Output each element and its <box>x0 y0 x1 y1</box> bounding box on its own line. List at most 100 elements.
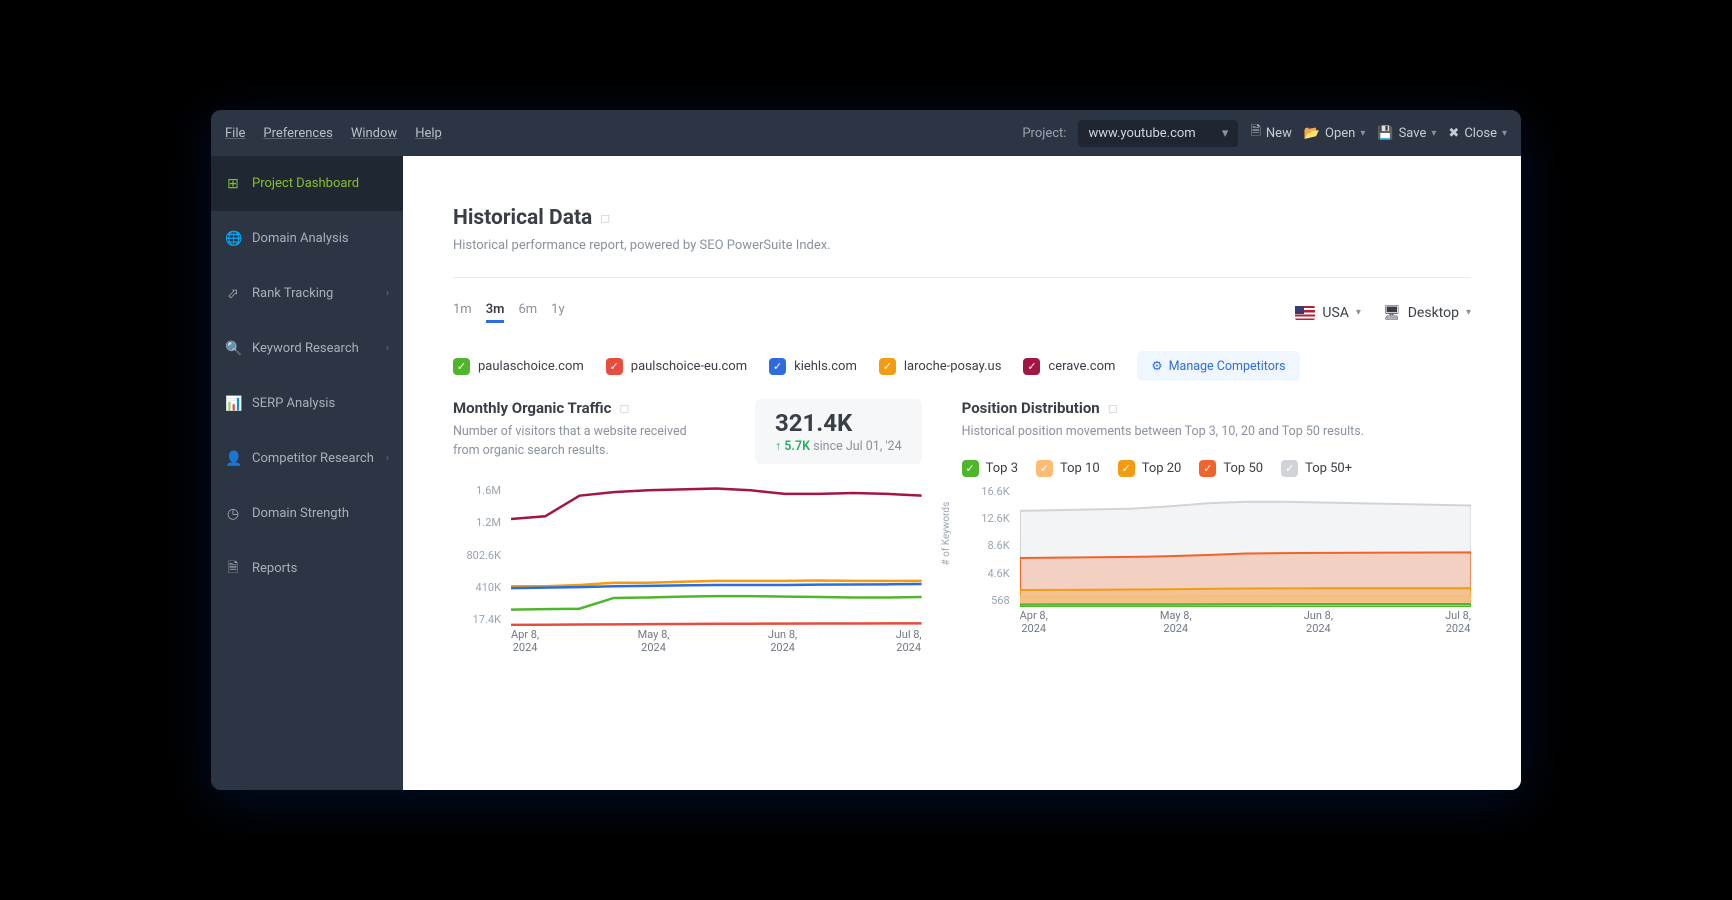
xtick: Jun 8,2024 <box>768 628 797 654</box>
gauge-icon: ◷ <box>225 506 241 522</box>
position-title: Position Distribution <box>962 399 1100 417</box>
body: ⊞Project Dashboard🌐Domain Analysis⬀Rank … <box>211 156 1521 790</box>
checkbox-icon: ✓ <box>769 358 786 375</box>
competitor-paulschoice-eu-com[interactable]: ✓paulschoice-eu.com <box>606 358 747 375</box>
ytick: 16.6K <box>962 485 1010 498</box>
menu-preferences[interactable]: Preferences <box>263 126 332 141</box>
chevron-right-icon: › <box>386 343 389 354</box>
competitor-label: laroche-posay.us <box>904 359 1002 374</box>
sidebar-item-project-dashboard[interactable]: ⊞Project Dashboard <box>211 156 403 211</box>
right-controls: USA ▾ 🖥 Desktop ▾ <box>1295 305 1471 321</box>
competitor-kiehls-com[interactable]: ✓ kiehls.com <box>769 358 857 375</box>
usa-flag-icon <box>1295 306 1315 320</box>
sidebar-item-label: SERP Analysis <box>252 396 335 411</box>
competitor-laroche-posay-us[interactable]: ✓laroche-posay.us <box>879 358 1002 375</box>
doc-icon: 🗎 <box>225 557 241 581</box>
traffic-chart-box: Monthly Organic Traffic ◻ Number of visi… <box>453 399 922 654</box>
ytick: 410K <box>453 581 501 594</box>
chevron-right-icon: › <box>386 288 389 299</box>
range-3m[interactable]: 3m <box>486 302 505 323</box>
info-icon[interactable]: ◻ <box>1108 401 1118 415</box>
traffic-title: Monthly Organic Traffic <box>453 399 611 417</box>
region-label: USA <box>1322 305 1349 321</box>
sidebar-item-competitor-research[interactable]: 👤Competitor Research› <box>211 431 403 486</box>
traffic-stat-since: since Jul 01, '24 <box>813 439 901 454</box>
save-button[interactable]: 💾Save▾ <box>1377 126 1436 141</box>
sidebar-item-serp-analysis[interactable]: 📊 SERP Analysis <box>211 376 403 431</box>
ytick: 12.6K <box>962 512 1010 525</box>
range-tabs: 1m 3m 6m 1y <box>453 302 565 323</box>
checkbox-icon: ✓ <box>1281 460 1298 477</box>
legend-label: Top 3 <box>986 461 1018 476</box>
close-icon: ✖ <box>1448 126 1459 141</box>
competitors-row: ✓paulaschoice.com ✓paulschoice-eu.com ✓ kie… <box>453 351 1471 381</box>
device-dropdown[interactable]: 🖥 Desktop ▾ <box>1383 305 1471 321</box>
sidebar-item-keyword-research[interactable]: 🔍Keyword Research› <box>211 321 403 376</box>
project-select[interactable]: www.youtube.com <box>1078 120 1238 147</box>
position-chart-box: Position Distribution ◻ Historical posit… <box>962 399 1471 654</box>
sidebar-item-rank-tracking[interactable]: ⬀Rank Tracking› <box>211 266 403 321</box>
competitor-paulaschoice-com[interactable]: ✓paulaschoice.com <box>453 358 584 375</box>
position-plot: # of Keywords 16.6K12.6K8.6K4.6K568 Apr … <box>962 485 1471 635</box>
range-1m[interactable]: 1m <box>453 302 472 323</box>
menu-window[interactable]: Window <box>351 126 397 141</box>
competitor-label: kiehls.com <box>794 359 857 374</box>
save-label: Save <box>1399 126 1427 141</box>
traffic-stat: 321.4K ↑ 5.7K since Jul 01, '24 <box>755 399 922 464</box>
legend-label: Top 50+ <box>1305 461 1352 476</box>
position-xaxis: Apr 8,2024May 8,2024Jun 8,2024Jul 8,2024 <box>1020 609 1471 635</box>
device-label: Desktop <box>1408 305 1459 321</box>
traffic-stat-delta: ↑ 5.7K <box>775 439 810 454</box>
ytick: 802.6K <box>453 549 501 562</box>
sidebar-item-label: Project Dashboard <box>252 176 359 191</box>
checkbox-icon: ✓ <box>1199 460 1216 477</box>
menu-file[interactable]: File <box>225 126 245 141</box>
legend-item-top-10[interactable]: ✓Top 10 <box>1036 460 1100 477</box>
sidebar-item-domain-analysis[interactable]: 🌐Domain Analysis <box>211 211 403 266</box>
xtick: May 8,2024 <box>1160 609 1192 635</box>
close-button[interactable]: ✖ Close ▾ <box>1448 126 1507 141</box>
traffic-plotarea <box>511 484 922 626</box>
info-icon[interactable]: ◻ <box>619 401 629 415</box>
sidebar-item-label: Keyword Research <box>252 341 359 356</box>
range-6m[interactable]: 6m <box>518 302 537 323</box>
legend-item-top-20[interactable]: ✓Top 20 <box>1118 460 1182 477</box>
traffic-xaxis: Apr 8,2024May 8,2024Jun 8,2024Jul 8,2024 <box>511 628 922 654</box>
position-yaxis: 16.6K12.6K8.6K4.6K568 <box>962 485 1016 607</box>
charts-row: Monthly Organic Traffic ◻ Number of visi… <box>453 399 1471 654</box>
bars-icon: 📊 <box>225 396 241 412</box>
manage-competitors-button[interactable]: ⚙Manage Competitors <box>1137 351 1299 381</box>
close-label: Close <box>1464 126 1497 141</box>
sidebar-item-reports[interactable]: 🗎Reports <box>211 541 403 596</box>
new-button[interactable]: 🗎New <box>1250 122 1291 144</box>
chart-icon: ⬀ <box>225 286 241 302</box>
range-1y[interactable]: 1y <box>551 302 564 323</box>
caret-down-icon: ▾ <box>1466 307 1471 318</box>
main: Historical Data ◻ Historical performance… <box>403 156 1521 790</box>
project-label: Project: <box>1022 126 1066 141</box>
info-icon[interactable]: ◻ <box>600 211 610 225</box>
xtick: Apr 8,2024 <box>1020 609 1048 635</box>
ytick: 8.6K <box>962 539 1010 552</box>
open-button[interactable]: 📂Open▾ <box>1304 126 1366 141</box>
checkbox-icon: ✓ <box>1036 460 1053 477</box>
folder-open-icon: 📂 <box>1304 126 1320 141</box>
position-subtitle: Historical position movements between To… <box>962 423 1471 442</box>
competitor-cerave-com[interactable]: ✓cerave.com <box>1023 358 1115 375</box>
gear-icon: ⚙ <box>1151 358 1162 374</box>
xtick: Jul 8,2024 <box>896 628 922 654</box>
menubar: File Preferences Window Help Project: ww… <box>211 110 1521 156</box>
traffic-yaxis: 1.6M1.2M802.6K410K17.4K <box>453 484 507 626</box>
caret-down-icon: ▾ <box>1502 128 1507 139</box>
ytick: 17.4K <box>453 613 501 626</box>
position-plotarea <box>1020 485 1471 607</box>
legend-item-top-3[interactable]: ✓Top 3 <box>962 460 1018 477</box>
region-dropdown[interactable]: USA ▾ <box>1295 305 1361 321</box>
sidebar-item-domain-strength[interactable]: ◷Domain Strength <box>211 486 403 541</box>
legend-item-top-50-[interactable]: ✓ Top 50+ <box>1281 460 1352 477</box>
legend-label: Top 50 <box>1223 461 1263 476</box>
xtick: Jun 8,2024 <box>1304 609 1333 635</box>
menu-help[interactable]: Help <box>415 126 442 141</box>
traffic-plot: 1.6M1.2M802.6K410K17.4K Apr 8,2024May 8,… <box>453 484 922 654</box>
legend-item-top-50[interactable]: ✓ Top 50 <box>1199 460 1263 477</box>
